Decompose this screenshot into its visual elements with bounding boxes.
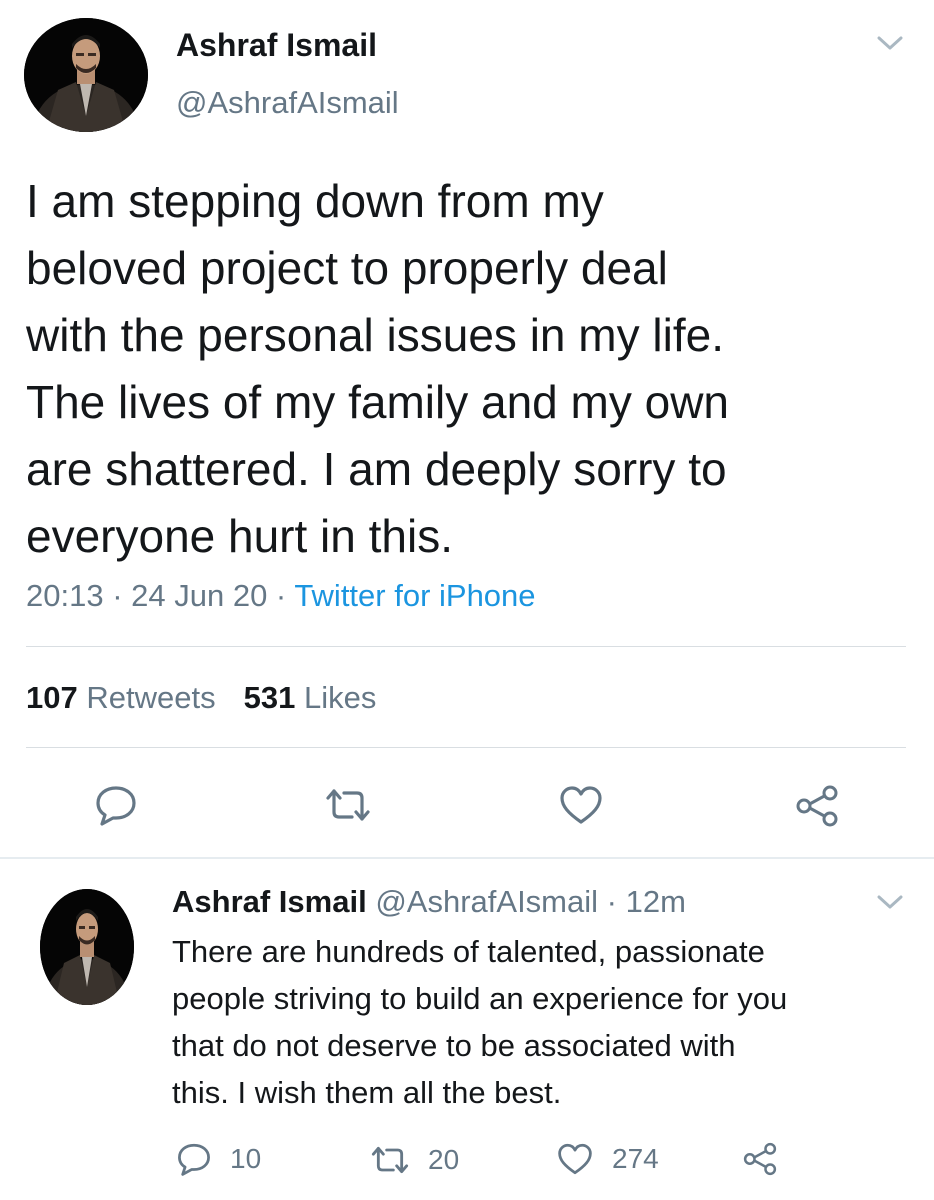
retweet-arrows-icon (326, 789, 370, 821)
tweet-source-link[interactable]: Twitter for iPhone (294, 578, 535, 613)
likes-stat[interactable]: 531 Likes (244, 680, 377, 715)
meta-separator: · (267, 578, 295, 613)
tweet-time[interactable]: 20:13 (26, 578, 104, 613)
engagement-stats: 107 Retweets 531 Likes (26, 678, 376, 718)
likes-label: Likes (303, 680, 377, 715)
author-avatar[interactable] (24, 18, 148, 132)
chevron-down-icon (877, 895, 903, 909)
heart-icon (558, 1143, 592, 1175)
reply-bubble-icon (96, 786, 136, 826)
meta-separator: · (103, 578, 132, 613)
reply-author-avatar[interactable] (40, 889, 134, 1005)
author-handle[interactable]: @AshrafAIsmail (176, 84, 399, 122)
author-name[interactable]: Ashraf Ismail (176, 26, 377, 64)
more-options-button[interactable] (876, 34, 904, 52)
likes-count: 531 (243, 680, 296, 715)
tweet-text: I am stepping down from my beloved proje… (26, 175, 730, 562)
share-nodes-icon (796, 785, 838, 827)
retweet-arrows-icon (371, 1146, 409, 1174)
reply-bubble-icon (178, 1143, 210, 1176)
reply-retweet-button[interactable]: 20 (370, 1143, 459, 1177)
reply-reply-button[interactable]: 10 (176, 1142, 261, 1176)
retweets-count: 107 (26, 680, 78, 715)
share-nodes-icon (743, 1142, 777, 1176)
reply-button[interactable] (94, 784, 138, 826)
reply-like-button[interactable]: 274 (556, 1142, 659, 1176)
reply-time-ago[interactable]: · 12m (607, 884, 686, 919)
retweet-count: 20 (428, 1144, 460, 1175)
section-divider (0, 857, 934, 859)
divider (26, 747, 906, 748)
like-button[interactable] (558, 784, 604, 826)
reply-share-button[interactable] (742, 1141, 778, 1177)
share-button[interactable] (794, 784, 840, 828)
heart-icon (560, 786, 602, 824)
reply-tweet-text: There are hundreds of talented, passiona… (172, 934, 788, 1110)
avatar-photo (40, 889, 134, 1005)
tweet-date[interactable]: 24 Jun 20 (131, 578, 267, 613)
chevron-down-icon (877, 36, 903, 50)
reply-header: Ashraf Ismail @AshrafAIsmail · 12m (172, 882, 686, 922)
tweet-meta: 20:13 · 24 Jun 20 · Twitter for iPhone (26, 576, 536, 616)
reply-author-handle[interactable]: @AshrafAIsmail (375, 884, 598, 919)
reply-count: 10 (230, 1143, 262, 1174)
reply-author-name[interactable]: Ashraf Ismail (172, 884, 367, 919)
retweets-label: Retweets (86, 680, 216, 715)
avatar-photo (24, 18, 148, 132)
main-tweet: Ashraf Ismail @AshrafAIsmail I am steppi… (0, 0, 934, 858)
like-count: 274 (612, 1143, 659, 1174)
reply-more-options-button[interactable] (876, 893, 904, 911)
retweets-stat[interactable]: 107 Retweets (26, 680, 216, 715)
retweet-button[interactable] (324, 786, 372, 824)
divider (26, 646, 906, 647)
